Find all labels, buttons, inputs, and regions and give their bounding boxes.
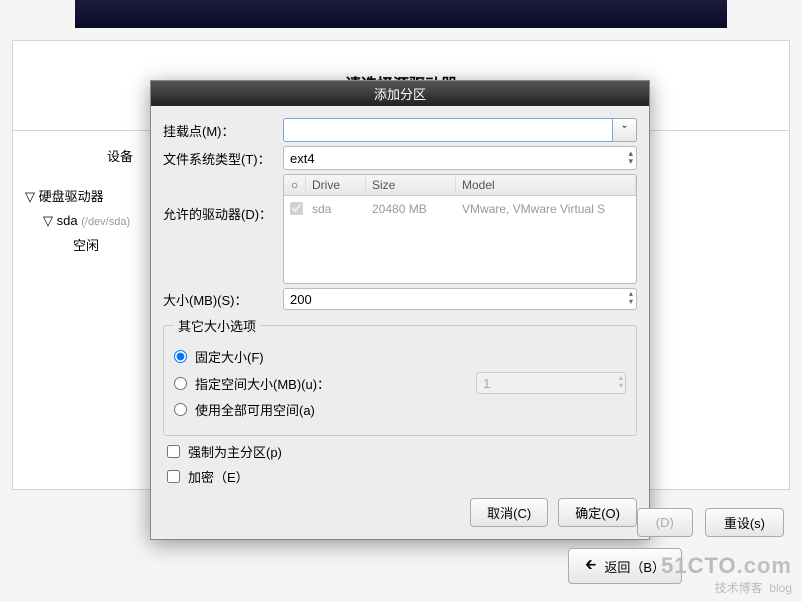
fixed-size-label: 固定大小(F)	[195, 347, 264, 366]
size-options-legend: 其它大小选项	[174, 316, 260, 335]
tree-node-free[interactable]: 空闲	[73, 234, 130, 258]
ok-button[interactable]: 确定(O)	[558, 498, 637, 527]
allowed-drives-list: ○ Drive Size Model sda 20480 MB VMware, …	[283, 174, 637, 284]
force-primary-checkbox[interactable]	[167, 445, 180, 458]
drive-row-sda[interactable]: sda 20480 MB VMware, VMware Virtual S	[284, 196, 636, 224]
drive-row-name: sda	[306, 200, 366, 220]
arrow-left-icon: 🡰	[585, 554, 596, 578]
tree-node-disk[interactable]: ▽ sda (/dev/sda)	[43, 209, 130, 234]
chevron-down-icon: ˇ	[622, 123, 626, 138]
tree-node-root[interactable]: ▽ 硬盘驱动器	[25, 185, 130, 209]
dialog-title: 添加分区	[151, 81, 649, 106]
fill-up-to-label: 指定空间大小(MB)(u)：	[195, 374, 330, 393]
size-input[interactable]	[283, 288, 637, 310]
use-all-space-label: 使用全部可用空间(a)	[195, 400, 315, 419]
filesystem-type-select[interactable]	[283, 146, 637, 170]
fixed-size-radio[interactable]	[174, 350, 187, 363]
device-tree: ▽ 硬盘驱动器 ▽ sda (/dev/sda) 空闲	[25, 185, 130, 258]
filesystem-spinner-icon[interactable]: ▴▾	[628, 149, 633, 165]
mount-point-dropdown-button[interactable]: ˇ	[613, 118, 637, 142]
size-spinner-icon[interactable]: ▴▾	[629, 290, 633, 306]
watermark: 51CTO.com 技术博客 blog	[661, 553, 792, 596]
add-partition-dialog: 添加分区 挂载点(M)： ˇ 文件系统类型(T)： ▴▾ 允许的驱动器(D)： …	[150, 80, 650, 540]
force-primary-label: 强制为主分区(p)	[188, 442, 282, 461]
fill-up-to-spinner-icon: ▴▾	[619, 374, 623, 390]
mount-point-input[interactable]	[283, 118, 613, 142]
reset-button[interactable]: 重设(s)	[705, 508, 784, 537]
encrypt-label: 加密（E）	[188, 467, 249, 486]
d-button[interactable]: (D)	[637, 508, 693, 537]
installer-top-banner	[75, 0, 727, 28]
back-button-label: 返回（B）	[604, 557, 665, 576]
fill-up-to-radio[interactable]	[174, 377, 187, 390]
filesystem-type-label: 文件系统类型(T)：	[163, 149, 283, 168]
drive-row-size: 20480 MB	[366, 200, 456, 220]
drive-row-model: VMware, VMware Virtual S	[456, 200, 636, 220]
cancel-button[interactable]: 取消(C)	[470, 498, 548, 527]
mount-point-label: 挂载点(M)：	[163, 121, 283, 140]
drive-col-model: Model	[456, 175, 636, 195]
drive-col-check: ○	[284, 175, 306, 195]
drive-col-drive: Drive	[306, 175, 366, 195]
fill-up-to-input	[476, 372, 626, 394]
drive-row-checkbox[interactable]	[290, 202, 303, 215]
use-all-space-radio[interactable]	[174, 403, 187, 416]
size-options-group: 其它大小选项 固定大小(F) 指定空间大小(MB)(u)： ▴▾ 使用全部可用空…	[163, 316, 637, 436]
size-label: 大小(MB)(S)：	[163, 290, 283, 309]
allowed-drives-label: 允许的驱动器(D)：	[163, 174, 283, 223]
drive-col-size: Size	[366, 175, 456, 195]
encrypt-checkbox[interactable]	[167, 470, 180, 483]
